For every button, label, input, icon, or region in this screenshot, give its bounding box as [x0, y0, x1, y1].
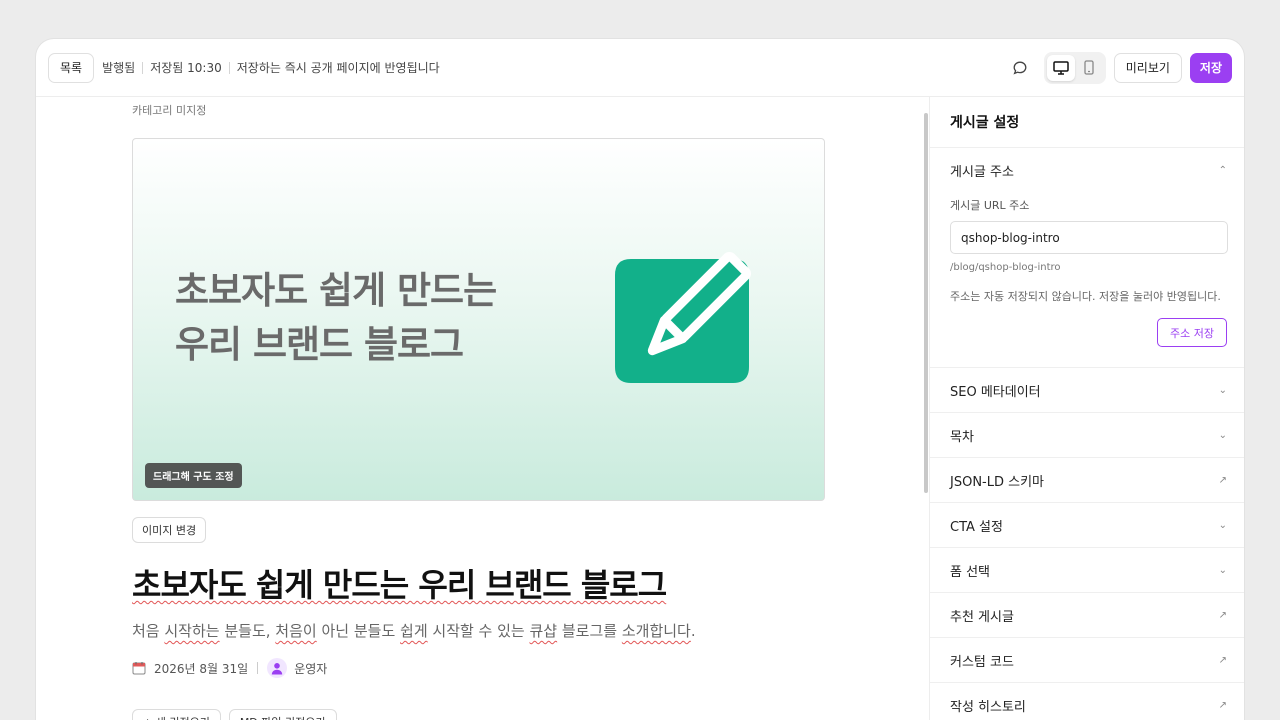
- editor-window: 목록 발행됨 저장됨 10:30 저장하는 즉시 공개 페이지에 반영됩니다 미…: [36, 39, 1244, 720]
- subtitle-part: 시작하는: [164, 622, 220, 640]
- cover-image[interactable]: 초보자도 쉽게 만드는 우리 브랜드 블로그 드래그해 구도 조정: [132, 138, 825, 501]
- top-actions: 미리보기 저장: [1006, 51, 1232, 84]
- post-date[interactable]: 2026년 8월 31일: [154, 660, 248, 677]
- address-section-label: 게시글 주소: [950, 165, 1014, 180]
- section-label: CTA 설정: [950, 519, 1003, 535]
- subtitle-part: 블로그를: [557, 622, 622, 640]
- divider: [228, 61, 230, 74]
- top-bar: 목록 발행됨 저장됨 10:30 저장하는 즉시 공개 페이지에 반영됩니다 미…: [36, 39, 1244, 97]
- editor-scrollbar[interactable]: [924, 113, 928, 493]
- subtitle-part: 시작할 수 있는: [427, 622, 530, 640]
- cover-title-line: 우리 브랜드 블로그: [175, 323, 464, 366]
- address-section: 게시글 주소 ⌃ 게시글 URL 주소 /blog/qshop-blog-int…: [930, 148, 1244, 368]
- import-buttons: + 새 리전오기 MD 파일 리전오기: [132, 709, 345, 720]
- address-save-button[interactable]: 주소 저장: [1157, 318, 1227, 347]
- section-recommended[interactable]: 추천 게시글 ↗: [930, 593, 1244, 638]
- section-label: 폼 선택: [950, 564, 991, 580]
- calendar-icon: [132, 662, 146, 675]
- mobile-icon[interactable]: [1075, 55, 1103, 81]
- post-title[interactable]: 초보자도 쉽게 만드는 우리 브랜드 블로그: [132, 560, 667, 606]
- device-toggle: [1043, 51, 1106, 84]
- section-form[interactable]: 폼 선택 ⌄: [930, 548, 1244, 593]
- list-button[interactable]: 목록: [48, 52, 95, 83]
- address-save-wrap: 주소 저장: [950, 318, 1227, 347]
- subtitle-part: 큐샵: [529, 622, 558, 640]
- subtitle-part: .: [690, 622, 696, 640]
- saved-time: 저장됨 10:30: [150, 61, 222, 75]
- settings-panel: 게시글 설정 게시글 주소 ⌃ 게시글 URL 주소 /blog/qshop-b…: [929, 97, 1244, 720]
- drag-hint-badge: 드래그해 구도 조정: [145, 463, 242, 488]
- panel-title: 게시글 설정: [930, 97, 1244, 148]
- comment-icon[interactable]: [1006, 54, 1034, 82]
- section-cta[interactable]: CTA 설정 ⌄: [930, 503, 1244, 548]
- post-meta: 2026년 8월 31일 운영자: [132, 658, 327, 678]
- subtitle-part: 아닌 분들도: [316, 622, 401, 640]
- desktop-icon[interactable]: [1046, 54, 1075, 81]
- subtitle-part: 쉽게: [400, 622, 428, 640]
- chevron-up-icon: ⌃: [1218, 165, 1227, 176]
- url-path: /blog/qshop-blog-intro: [950, 262, 1061, 273]
- section-history[interactable]: 작성 히스토리 ↗: [930, 683, 1244, 720]
- external-arrow-icon: ↗: [1218, 654, 1227, 666]
- section-label: 추천 게시글: [950, 609, 1014, 625]
- cover-title-line: 초보자도 쉽게 만드는: [175, 269, 497, 312]
- subtitle-part: 처음: [132, 622, 165, 640]
- preview-button[interactable]: 미리보기: [1113, 52, 1182, 83]
- subtitle-part: 처음이: [275, 622, 317, 640]
- change-image-button[interactable]: 이미지 변경: [132, 517, 207, 543]
- section-label: 커스텀 코드: [950, 654, 1014, 670]
- chevron-down-icon: ⌄: [1218, 564, 1227, 576]
- pencil-logo-icon: [615, 251, 752, 383]
- divider: [257, 662, 259, 674]
- section-label: SEO 메타데이터: [950, 384, 1041, 400]
- chevron-down-icon: ⌄: [1218, 429, 1227, 441]
- url-field-label: 게시글 URL 주소: [950, 199, 1030, 212]
- save-status: 발행됨 저장됨 10:30 저장하는 즉시 공개 페이지에 반영됩니다: [102, 59, 440, 76]
- cover-title: 초보자도 쉽게 만드는 우리 브랜드 블로그: [175, 264, 497, 372]
- address-section-header[interactable]: 게시글 주소 ⌃: [950, 148, 1227, 193]
- publish-note: 저장하는 즉시 공개 페이지에 반영됩니다: [236, 61, 440, 75]
- author-name: 운영자: [294, 661, 328, 676]
- md-import-button[interactable]: MD 파일 리전오기: [228, 709, 337, 720]
- new-import-button[interactable]: + 새 리전오기: [132, 709, 221, 720]
- external-arrow-icon: ↗: [1218, 699, 1227, 711]
- external-arrow-icon: ↗: [1218, 474, 1227, 486]
- user-icon: [272, 662, 283, 674]
- post-subtitle[interactable]: 처음 시작하는 분들도, 처음이 아닌 분들도 쉽게 시작할 수 있는 큐샵 블…: [132, 620, 696, 641]
- section-seo[interactable]: SEO 메타데이터 ⌄: [930, 368, 1244, 413]
- published-status: 발행됨: [102, 61, 136, 75]
- section-toc[interactable]: 목차 ⌄: [930, 413, 1244, 458]
- editor-area: 카테고리 미지정 초보자도 쉽게 만드는 우리 브랜드 블로그 드래그해 구도 …: [36, 97, 929, 720]
- subtitle-part: 분들도,: [219, 622, 276, 640]
- post-title-text: 초보자도 쉽게 만드는 우리 브랜드 블로그: [132, 566, 667, 604]
- category-label[interactable]: 카테고리 미지정: [132, 102, 206, 118]
- section-jsonld[interactable]: JSON-LD 스키마 ↗: [930, 458, 1244, 503]
- address-note: 주소는 자동 저장되지 않습니다. 저장을 눌러야 반영됩니다.: [950, 290, 1221, 303]
- section-custom-code[interactable]: 커스텀 코드 ↗: [930, 638, 1244, 683]
- section-label: 목차: [950, 429, 974, 445]
- external-arrow-icon: ↗: [1218, 609, 1227, 621]
- section-label: 작성 히스토리: [950, 699, 1026, 715]
- subtitle-part: 소개합니다: [621, 622, 691, 640]
- chevron-down-icon: ⌄: [1218, 384, 1227, 396]
- chevron-down-icon: ⌄: [1218, 519, 1227, 531]
- author-avatar: [267, 658, 288, 678]
- url-input[interactable]: [950, 221, 1228, 254]
- save-button[interactable]: 저장: [1189, 52, 1232, 83]
- section-label: JSON-LD 스키마: [950, 474, 1044, 490]
- divider: [142, 61, 144, 74]
